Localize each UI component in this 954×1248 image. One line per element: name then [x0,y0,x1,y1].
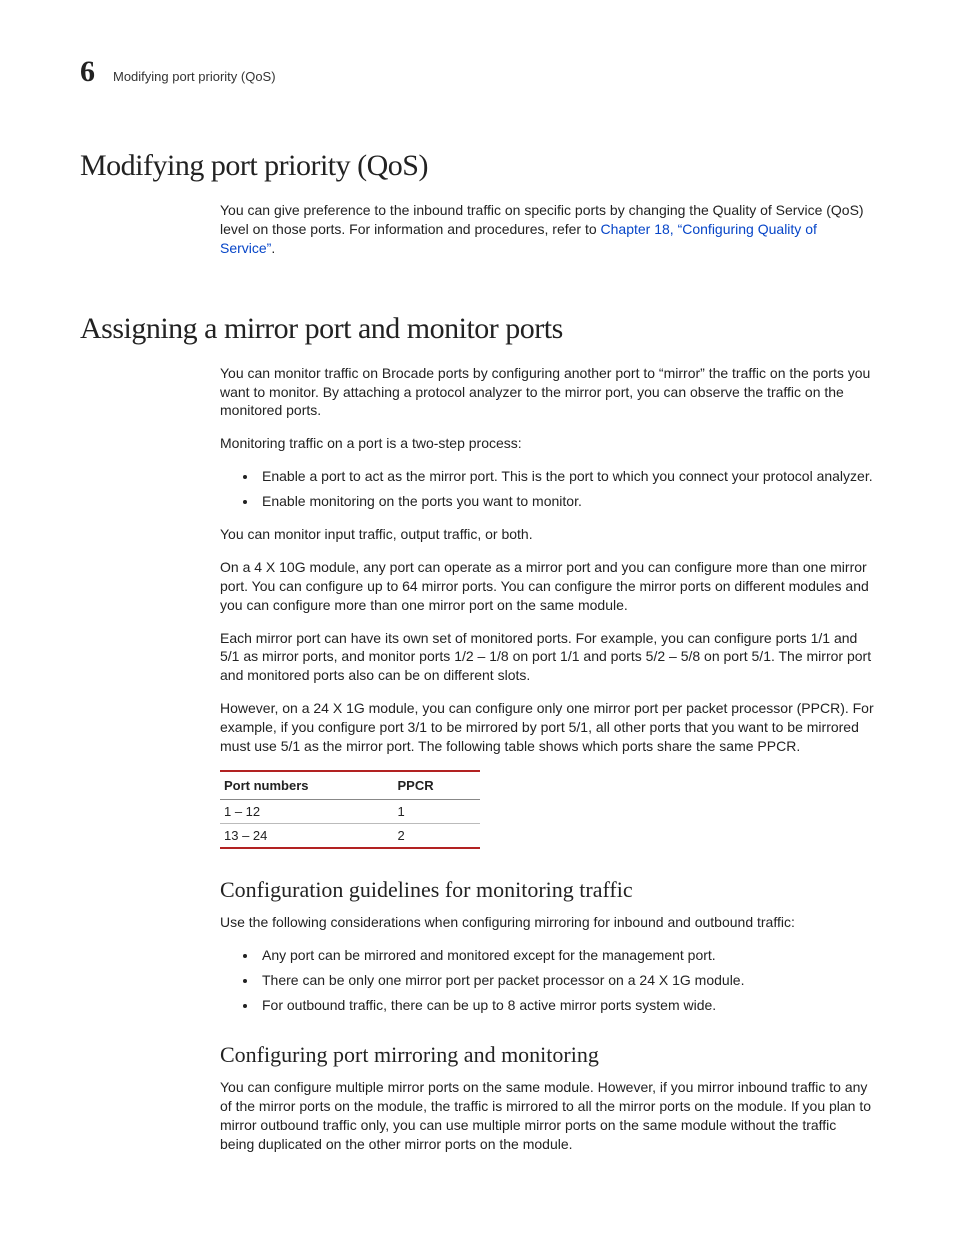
mirror-p4: On a 4 X 10G module, any port can operat… [220,558,874,615]
guidelines-intro: Use the following considerations when co… [220,913,874,932]
td-ports: 1 – 12 [220,799,393,823]
section-heading-mirror: Assigning a mirror port and monitor port… [80,312,874,346]
mirror-p2: Monitoring traffic on a port is a two-st… [220,434,874,453]
td-ppcr: 2 [393,823,480,848]
section-body-mirror: You can monitor traffic on Brocade ports… [220,364,874,1154]
running-title: Modifying port priority (QoS) [113,69,276,84]
th-ppcr: PPCR [393,771,480,800]
mirror-p6: However, on a 24 X 1G module, you can co… [220,699,874,756]
mirror-p3: You can monitor input traffic, output tr… [220,525,874,544]
section-body-qos: You can give preference to the inbound t… [220,201,874,258]
running-header: 6 Modifying port priority (QoS) [80,55,874,89]
subsection-heading-guidelines: Configuration guidelines for monitoring … [220,877,874,903]
chapter-number: 6 [80,55,95,89]
qos-para-text-post: . [271,240,275,256]
mirror-p5: Each mirror port can have its own set of… [220,629,874,686]
list-item: Enable a port to act as the mirror port.… [258,467,874,486]
table-row: 13 – 24 2 [220,823,480,848]
qos-paragraph: You can give preference to the inbound t… [220,201,874,258]
table-header-row: Port numbers PPCR [220,771,480,800]
list-item: For outbound traffic, there can be up to… [258,996,874,1015]
subsection-heading-configuring: Configuring port mirroring and monitorin… [220,1042,874,1068]
list-item: There can be only one mirror port per pa… [258,971,874,990]
td-ports: 13 – 24 [220,823,393,848]
page: 6 Modifying port priority (QoS) Modifyin… [0,0,954,1248]
mirror-steps-list: Enable a port to act as the mirror port.… [220,467,874,511]
list-item: Enable monitoring on the ports you want … [258,492,874,511]
configuring-p1: You can configure multiple mirror ports … [220,1078,874,1154]
td-ppcr: 1 [393,799,480,823]
section-heading-qos: Modifying port priority (QoS) [80,149,874,183]
list-item: Any port can be mirrored and monitored e… [258,946,874,965]
guidelines-list: Any port can be mirrored and monitored e… [220,946,874,1015]
ppcr-table: Port numbers PPCR 1 – 12 1 13 – 24 2 [220,770,480,849]
th-port-numbers: Port numbers [220,771,393,800]
mirror-p1: You can monitor traffic on Brocade ports… [220,364,874,421]
table-row: 1 – 12 1 [220,799,480,823]
